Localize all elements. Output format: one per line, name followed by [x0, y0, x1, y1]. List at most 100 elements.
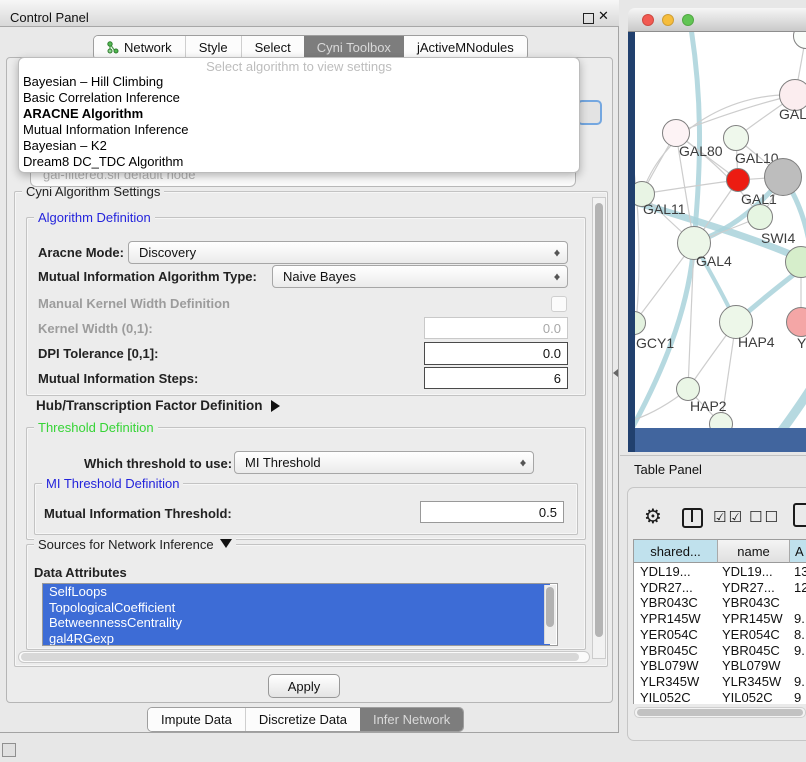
attribute-item-selected[interactable]: TopologicalCoefficient: [43, 600, 550, 616]
algorithm-option[interactable]: Bayesian – K2: [19, 138, 579, 154]
control-panel-titlebar[interactable]: [0, 0, 619, 27]
table-cell: YBL079W: [722, 658, 781, 674]
algorithm-option[interactable]: Dream8 DC_TDC Algorithm: [19, 154, 579, 170]
dpi-tolerance-field[interactable]: 0.0: [424, 342, 568, 365]
column-header-name[interactable]: name: [718, 540, 790, 563]
mi-algorithm-type-combobox[interactable]: Naive Bayes: [272, 265, 568, 288]
network-node[interactable]: [747, 204, 773, 230]
tab-select[interactable]: Select: [242, 36, 305, 59]
aracne-mode-combobox[interactable]: Discovery: [128, 241, 568, 264]
table-cell: YBR043C: [640, 595, 698, 611]
which-threshold-combobox[interactable]: MI Threshold: [234, 451, 534, 474]
table-cell: YDR27...: [722, 580, 775, 596]
table-row[interactable]: YBR045CYBR045C9.: [634, 643, 806, 659]
algorithm-option[interactable]: Mutual Information Inference: [19, 122, 579, 138]
tab-cyni-toolbox[interactable]: Cyni Toolbox: [304, 36, 404, 59]
network-canvas[interactable]: GALGAL80GAL10GAL1GAL11GAL4SWI4GCY1HAP4YH…: [635, 32, 806, 428]
dpi-tolerance-label: DPI Tolerance [0,1]:: [38, 346, 158, 362]
combo-spinner-icon: [553, 269, 562, 284]
sources-group-title[interactable]: Sources for Network Inference: [34, 538, 236, 552]
algorithm-option[interactable]: ARACNE Algorithm: [19, 106, 579, 122]
hub-definition-toggle[interactable]: Hub/Transcription Factor Definition: [36, 398, 286, 414]
threshold-definition-title: Threshold Definition: [34, 421, 158, 435]
tab-discretize-data[interactable]: Discretize Data: [246, 708, 361, 731]
table-panel-divider: [620, 455, 806, 456]
attribute-item-selected[interactable]: SelfLoops: [43, 584, 550, 600]
document-icon[interactable]: [793, 503, 806, 527]
scrollbar-thumb[interactable]: [595, 203, 603, 637]
chevron-down-icon: [220, 539, 232, 554]
close-icon[interactable]: ✕: [598, 8, 609, 24]
table-cell: YER054C: [722, 627, 780, 643]
algorithm-option[interactable]: Basic Correlation Inference: [19, 90, 579, 106]
minimize-traffic-light-icon[interactable]: [662, 14, 674, 26]
network-window-titlebar[interactable]: [628, 8, 806, 32]
gear-icon[interactable]: ⚙: [644, 504, 662, 529]
desktop-edge-strip: [628, 32, 635, 452]
algorithm-option[interactable]: Bayesian – Hill Climbing: [19, 74, 579, 90]
table-cell: 8.: [794, 627, 805, 643]
mi-steps-field[interactable]: 6: [424, 367, 568, 389]
scrollbar-thumb[interactable]: [637, 709, 803, 716]
algorithm-definition-title: Algorithm Definition: [34, 211, 155, 225]
table-horizontal-scrollbar[interactable]: [634, 707, 806, 718]
manual-kernel-label: Manual Kernel Width Definition: [38, 296, 230, 312]
network-view-window: GALGAL80GAL10GAL1GAL11GAL4SWI4GCY1HAP4YH…: [628, 8, 806, 452]
close-traffic-light-icon[interactable]: [642, 14, 654, 26]
tab-impute-data[interactable]: Impute Data: [148, 708, 246, 731]
table-cell: 9.: [794, 643, 805, 659]
table-row[interactable]: YDR27...YDR27...12: [634, 580, 806, 596]
algorithm-combobox-fragment[interactable]: [577, 100, 602, 125]
column-header-shared-name[interactable]: shared...: [634, 540, 718, 563]
mi-threshold-field[interactable]: 0.5: [420, 501, 564, 523]
tab-jactivemnodules[interactable]: jActiveMNodules: [404, 36, 527, 59]
kernel-width-label: Kernel Width (0,1):: [38, 321, 153, 337]
network-node[interactable]: [726, 168, 750, 192]
network-desktop-background: GALGAL80GAL10GAL1GAL11GAL4SWI4GCY1HAP4YH…: [628, 32, 806, 452]
network-node-label: GAL11: [643, 201, 686, 217]
network-node[interactable]: [764, 158, 802, 196]
data-attributes-list[interactable]: SelfLoopsTopologicalCoefficientBetweenne…: [42, 583, 558, 646]
which-threshold-label: Which threshold to use:: [84, 456, 232, 472]
list-vertical-scrollbar[interactable]: [544, 585, 556, 644]
control-panel-title: Control Panel: [10, 4, 89, 31]
deselect-all-icon[interactable]: ☐☐: [749, 508, 780, 526]
cyni-bottom-tabs: Impute Data Discretize Data Infer Networ…: [147, 707, 464, 732]
network-node[interactable]: [723, 125, 749, 151]
table-cell: YPR145W: [722, 611, 783, 627]
tab-network-label: Network: [124, 40, 172, 55]
float-window-icon[interactable]: [583, 13, 594, 24]
tab-network[interactable]: Network: [94, 36, 186, 59]
table-row[interactable]: YLR345WYLR345W9.: [634, 674, 806, 690]
table-row[interactable]: YER054CYER054C8.: [634, 627, 806, 643]
table-row[interactable]: YBR043C YBR043C: [634, 595, 806, 611]
panel-grip-icon[interactable]: [2, 743, 16, 757]
settings-horizontal-scrollbar[interactable]: [18, 651, 590, 663]
table-panel-title: Table Panel: [634, 462, 702, 477]
split-view-icon[interactable]: [682, 508, 703, 528]
kernel-width-field[interactable]: 0.0: [424, 317, 568, 339]
zoom-traffic-light-icon[interactable]: [682, 14, 694, 26]
table-row[interactable]: YDL19...YDL19...13: [634, 564, 806, 580]
collapse-panel-arrow-icon[interactable]: [613, 369, 618, 377]
attribute-item-selected[interactable]: BetweennessCentrality: [43, 615, 550, 631]
table-cell: 9: [794, 690, 801, 704]
table-row[interactable]: YIL052CYIL052C9: [634, 690, 806, 704]
table-cell: YBR043C: [722, 595, 780, 611]
select-all-icon[interactable]: ☑☑: [713, 508, 744, 526]
manual-kernel-checkbox[interactable]: [551, 296, 567, 312]
settings-vertical-scrollbar[interactable]: [592, 197, 606, 659]
table-cell: YBL079W: [640, 658, 699, 674]
attribute-item-selected[interactable]: gal4RGexp: [43, 631, 550, 647]
scrollbar-thumb[interactable]: [21, 653, 579, 661]
tab-style[interactable]: Style: [186, 36, 242, 59]
table-cell: YPR145W: [640, 611, 701, 627]
dropdown-item-list: Bayesian – Hill ClimbingBasic Correlatio…: [19, 74, 579, 170]
network-node-label: SWI4: [761, 230, 795, 246]
tab-infer-network[interactable]: Infer Network: [360, 708, 463, 731]
column-header-partial[interactable]: A: [790, 540, 806, 563]
table-row[interactable]: YPR145WYPR145W9.: [634, 611, 806, 627]
table-row[interactable]: YBL079W YBL079W: [634, 658, 806, 674]
apply-button[interactable]: Apply: [268, 674, 340, 698]
scrollbar-thumb[interactable]: [546, 587, 554, 627]
